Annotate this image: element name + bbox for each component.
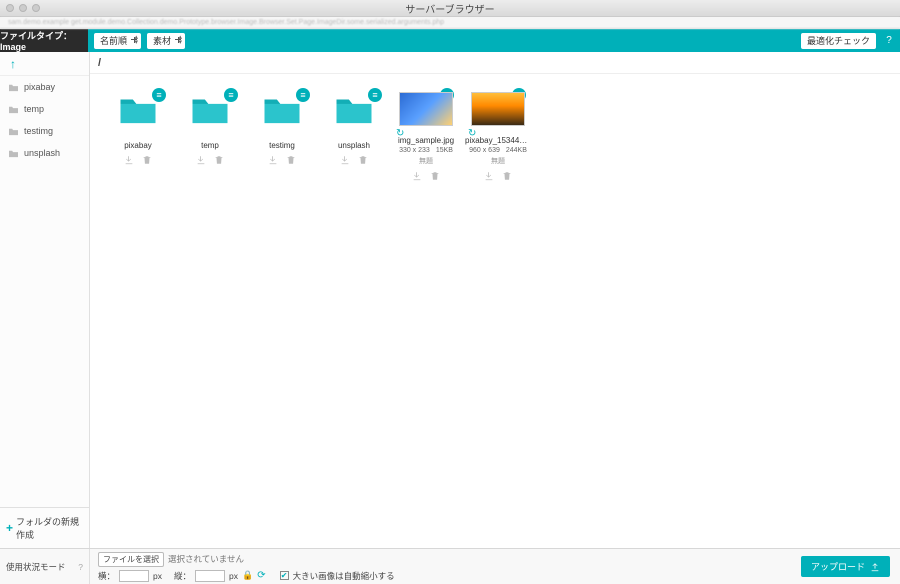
tile-label: temp [201,141,219,150]
tile-size: 15KB [436,147,453,154]
image-tile[interactable]: ≡ ↻ pixabay_15344053… 960 x 639 244KB 無題 [464,92,532,181]
file-grid: ≡ pixabay ≡ temp ≡ [90,74,900,548]
px-label: px [229,571,238,581]
usage-mode-label: 使用状況モード [6,561,66,573]
main-panel: / ≡ pixabay ≡ temp [90,52,900,548]
trash-icon[interactable] [286,155,296,165]
sidebar-item-label: temp [24,104,44,114]
zoom-dot[interactable] [32,4,40,12]
select-caret-icon: ▴▾ [179,35,183,45]
help-button[interactable]: ? [882,35,896,46]
tile-meta: 330 x 233 15KB [399,147,453,154]
download-icon[interactable] [412,171,422,181]
tile-size: 244KB [506,147,527,154]
tile-dimensions: 330 x 233 [399,147,430,154]
toolbar: ファイルタイプ：Image 名前順 ▴▾ 素材 ▴▾ 最適化チェック ? [0,29,900,52]
trash-icon[interactable] [502,171,512,181]
sidebar-item-unsplash[interactable]: unsplash [0,142,89,164]
download-icon[interactable] [268,155,278,165]
address-bar: sam.demo.example get.module.demo.Collect… [0,17,900,29]
height-label: 縦： [174,570,191,582]
download-icon[interactable] [124,155,134,165]
optimize-check-button[interactable]: 最適化チェック [801,33,876,49]
tile-meta: 960 x 639 244KB [469,147,527,154]
tile-status: 無題 [491,156,505,166]
auto-shrink-label: 大きい画像は自動縮小する [293,570,395,582]
sidebar-item-label: pixabay [24,82,55,92]
menu-badge-icon[interactable]: ≡ [368,88,382,102]
height-input[interactable] [195,570,225,582]
category-select-value: 素材 [153,34,171,47]
sidebar-item-temp[interactable]: temp [0,98,89,120]
image-tile[interactable]: ≡ ↻ img_sample.jpg 330 x 233 15KB 無題 [392,92,460,181]
lock-icon[interactable]: 🔒 [242,570,253,581]
no-file-label: 選択されていません [168,553,244,565]
tile-label: pixabay [124,141,152,150]
usage-mode[interactable]: 使用状況モード ? [0,549,90,584]
trash-icon[interactable] [214,155,224,165]
tile-status: 無題 [419,156,433,166]
download-icon[interactable] [484,171,494,181]
trash-icon[interactable] [358,155,368,165]
sidebar-item-pixabay[interactable]: pixabay [0,76,89,98]
tile-dimensions: 960 x 639 [469,147,500,154]
tile-label: unsplash [338,141,370,150]
window-titlebar: サーバーブラウザー [0,0,900,17]
auto-shrink-checkbox[interactable]: ✔ [280,571,289,580]
image-thumbnail [471,92,525,126]
category-select[interactable]: 素材 ▴▾ [147,33,185,49]
sort-select-value: 名前順 [100,34,127,47]
menu-badge-icon[interactable]: ≡ [224,88,238,102]
sidebar-item-label: unsplash [24,148,60,158]
sidebar-item-testimg[interactable]: testimg [0,120,89,142]
folder-tile[interactable]: ≡ testimg [248,92,316,181]
new-folder-label: フォルダの新規作成 [16,515,83,541]
footer: 使用状況モード ? ファイルを選択 選択されていません 横： px 縦： px … [0,548,900,584]
folder-tile[interactable]: ≡ temp [176,92,244,181]
folder-tile[interactable]: ≡ unsplash [320,92,388,181]
folder-icon [8,149,19,158]
plus-icon: + [6,521,13,535]
menu-badge-icon[interactable]: ≡ [152,88,166,102]
download-icon[interactable] [196,155,206,165]
image-thumbnail [399,92,453,126]
new-folder-button[interactable]: + フォルダの新規作成 [0,507,89,548]
px-label: px [153,571,162,581]
tile-label: img_sample.jpg [398,136,454,145]
upload-icon [870,562,880,572]
trash-icon[interactable] [430,171,440,181]
download-icon[interactable] [340,155,350,165]
sidebar: ↑ pixabay temp testimg unsplash + フォルダの新… [0,52,90,548]
select-caret-icon: ▴▾ [135,35,139,45]
upload-button[interactable]: アップロード [801,556,890,577]
folder-icon [8,105,19,114]
minimize-dot[interactable] [19,4,27,12]
choose-file-button[interactable]: ファイルを選択 [98,552,164,567]
folder-icon [8,83,19,92]
tile-actions [124,155,152,165]
width-label: 横： [98,570,115,582]
sort-select[interactable]: 名前順 ▴▾ [94,33,141,49]
breadcrumb: / [90,52,900,74]
refresh-icon[interactable]: ↻ [468,128,476,139]
close-dot[interactable] [6,4,14,12]
window-title: サーバーブラウザー [405,1,494,16]
traffic-lights [6,4,40,12]
sidebar-item-label: testimg [24,126,53,136]
menu-badge-icon[interactable]: ≡ [296,88,310,102]
trash-icon[interactable] [142,155,152,165]
upload-label: アップロード [811,560,865,573]
tile-label: testimg [269,141,295,150]
reset-size-icon[interactable]: ⟳ [257,570,265,581]
footer-controls: ファイルを選択 選択されていません 横： px 縦： px 🔒 ⟳ ✔ 大きい画… [90,549,791,584]
width-input[interactable] [119,570,149,582]
up-folder-button[interactable]: ↑ [0,52,89,76]
folder-icon [8,127,19,136]
folder-tile[interactable]: ≡ pixabay [104,92,172,181]
filetype-label: ファイルタイプ：Image [0,29,88,52]
usage-mode-help[interactable]: ? [78,562,83,572]
refresh-icon[interactable]: ↻ [396,128,404,139]
